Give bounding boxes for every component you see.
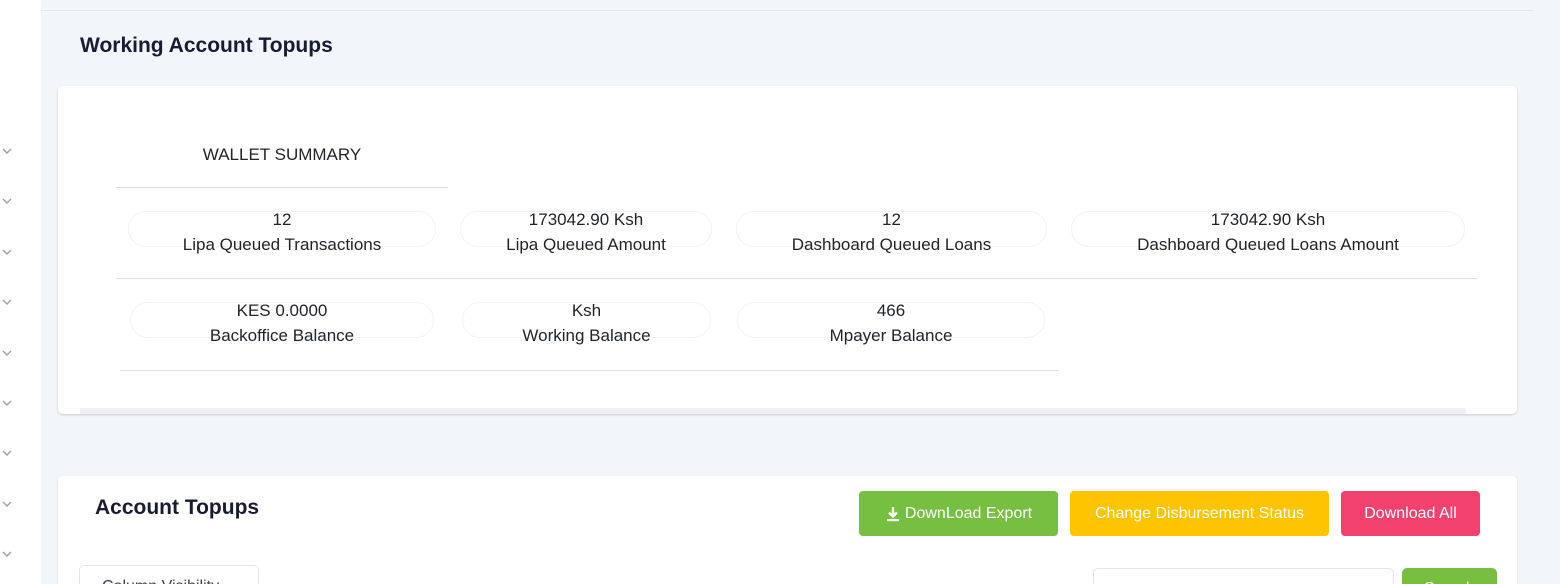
download-export-button[interactable]: DownLoad Export (859, 491, 1058, 536)
change-disbursement-status-button[interactable]: Change Disbursement Status (1070, 491, 1329, 536)
section-title: Account Topups (95, 496, 260, 519)
search-button[interactable]: Search (1402, 568, 1497, 584)
account-topups-card: Account Topups DownLoad Export Change Di… (58, 476, 1517, 584)
divider (120, 370, 1059, 371)
chevron-down-icon[interactable] (1, 247, 13, 257)
stat-label: Lipa Queued Amount (506, 235, 666, 254)
stat-value: 173042.90 Ksh (1210, 210, 1326, 229)
stat-value: 12 (882, 210, 901, 229)
chevron-down-icon[interactable] (1, 549, 13, 559)
stat-lipa-queued-amount: 173042.90 Ksh Lipa Queued Amount (460, 207, 712, 257)
stat-dashboard-queued-loans: 12 Dashboard Queued Loans (736, 207, 1047, 257)
horizontal-scrollbar[interactable] (80, 408, 1466, 414)
stat-working-balance: Ksh Working Balance (462, 298, 711, 348)
stat-label: Dashboard Queued Loans (791, 235, 992, 254)
stat-backoffice-balance: KES 0.0000 Backoffice Balance (130, 298, 434, 348)
chevron-down-icon[interactable] (1, 499, 13, 509)
header-divider (41, 10, 1533, 11)
stat-value: Ksh (571, 301, 602, 320)
stat-dashboard-queued-loans-amount: 173042.90 Ksh Dashboard Queued Loans Amo… (1071, 207, 1465, 257)
download-all-button[interactable]: Download All (1341, 491, 1480, 536)
stat-label: Working Balance (522, 326, 651, 345)
stat-lipa-queued-transactions: 12 Lipa Queued Transactions (128, 207, 436, 257)
download-export-label: DownLoad Export (904, 504, 1033, 522)
stat-label: Dashboard Queued Loans Amount (1137, 235, 1399, 254)
chevron-down-icon[interactable] (1, 398, 13, 408)
chevron-down-icon[interactable] (1, 297, 13, 307)
wallet-summary-title: WALLET SUMMARY (202, 145, 362, 164)
stat-value: 12 (272, 210, 292, 229)
download-icon (885, 506, 901, 522)
sidebar (0, 0, 41, 584)
stat-value: 173042.90 Ksh (528, 210, 644, 229)
chevron-down-icon[interactable] (1, 196, 13, 206)
stat-value: KES 0.0000 (236, 301, 328, 320)
wallet-summary-card: WALLET SUMMARY 12 Lipa Queued Transactio… (58, 86, 1517, 414)
stat-label: Mpayer Balance (829, 326, 953, 345)
chevron-down-icon[interactable] (1, 448, 13, 458)
stat-label: Backoffice Balance (209, 326, 355, 345)
page-title: Working Account Topups (80, 34, 333, 57)
divider (116, 187, 448, 188)
chevron-down-icon[interactable] (1, 348, 13, 358)
divider (116, 278, 1478, 279)
column-visibility-button[interactable]: Column Visibility (79, 565, 259, 584)
stat-label: Lipa Queued Transactions (182, 235, 382, 254)
search-input[interactable] (1093, 568, 1394, 584)
chevron-down-icon[interactable] (1, 146, 13, 156)
stat-mpayer-balance: 466 Mpayer Balance (737, 298, 1045, 348)
stat-value: 466 (876, 301, 906, 320)
